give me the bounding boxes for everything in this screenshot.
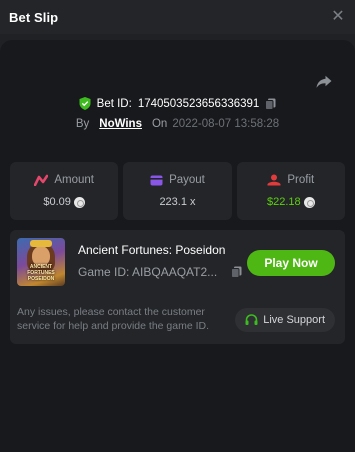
coin-icon — [73, 196, 85, 208]
payout-value: 223.1 x — [159, 196, 196, 208]
profit-value: $22.18 — [266, 196, 301, 208]
game-id: Game ID: AIBQAAQAT2... — [78, 265, 218, 279]
game-card: ANCIENT FORTUNES POSEIDON Ancient Fortun… — [10, 230, 345, 344]
support-notice: Any issues, please contact the customer … — [17, 306, 210, 332]
stat-payout-head: Payout — [150, 174, 205, 186]
stat-profit-head: Profit — [267, 174, 314, 186]
game-thumbnail[interactable]: ANCIENT FORTUNES POSEIDON — [17, 238, 65, 286]
user-link[interactable]: NoWins — [99, 118, 142, 130]
amount-value-row: $0.09 — [43, 196, 85, 208]
payout-value-row: 223.1 x — [159, 196, 195, 208]
stat-amount-head: Amount — [34, 174, 94, 186]
bet-id-value: 1740503523656336391 — [137, 97, 260, 110]
verified-shield-icon — [79, 97, 91, 110]
live-support-button[interactable]: Live Support — [235, 308, 335, 332]
on-label: On — [151, 118, 168, 130]
thumb-face — [32, 246, 50, 266]
profit-icon — [267, 174, 281, 186]
coin-icon — [303, 196, 315, 208]
bet-id-label: Bet ID: — [96, 97, 132, 110]
share-icon[interactable] — [315, 72, 333, 90]
copy-icon[interactable] — [265, 98, 276, 110]
live-support-label: Live Support — [263, 314, 325, 326]
bet-slip-header: Bet Slip ✕ — [0, 0, 355, 34]
close-icon[interactable]: ✕ — [330, 9, 346, 25]
payout-label: Payout — [169, 174, 205, 186]
stat-profit: Profit $22.18 — [236, 162, 345, 220]
bet-id-row: Bet ID: 1740503523656336391 — [0, 97, 355, 110]
play-now-button[interactable]: Play Now — [247, 250, 335, 276]
bet-timestamp: 2022-08-07 13:58:28 — [172, 118, 280, 130]
stat-amount: Amount $0.09 — [10, 162, 119, 220]
copy-icon[interactable] — [231, 266, 242, 278]
bet-stats: Amount $0.09 Payout 223.1 x Profit $22.1… — [10, 162, 345, 220]
bet-details-panel: Bet ID: 1740503523656336391 By NoWins On… — [0, 40, 355, 452]
bet-author-row: By NoWins On 2022-08-07 13:58:28 — [0, 118, 355, 130]
profit-value-row: $22.18 — [267, 196, 315, 208]
game-id-row: Game ID: AIBQAAQAT2... — [78, 265, 242, 279]
amount-value: $0.09 — [43, 196, 71, 208]
by-label: By — [75, 118, 90, 130]
amount-label: Amount — [54, 174, 94, 186]
thumb-title: ANCIENT FORTUNES POSEIDON — [27, 264, 55, 282]
profit-label: Profit — [287, 174, 315, 186]
stat-payout: Payout 223.1 x — [123, 162, 232, 220]
game-name: Ancient Fortunes: Poseidon — [78, 243, 226, 257]
wallet-icon — [150, 175, 163, 185]
headset-icon — [245, 314, 258, 325]
amount-icon — [34, 174, 49, 186]
thumb-crown — [30, 240, 52, 247]
dialog-title: Bet Slip — [9, 9, 59, 25]
